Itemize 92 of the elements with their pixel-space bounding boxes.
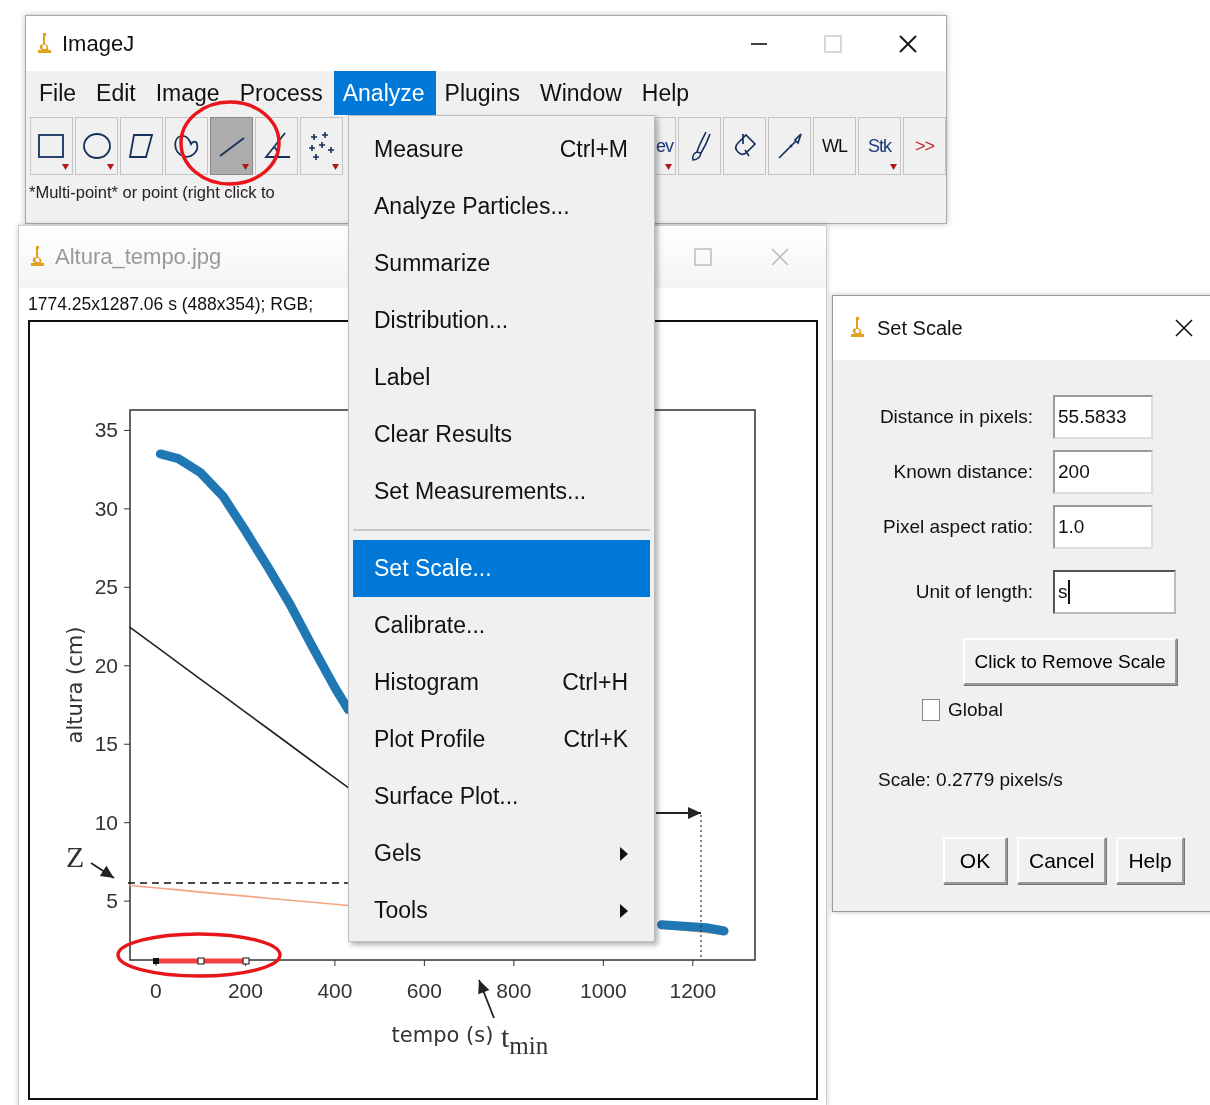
tick-label: 800 — [496, 979, 532, 1002]
tick-label: 200 — [227, 979, 263, 1002]
tick-label: 30 — [94, 496, 118, 520]
menu-item[interactable]: Gels — [353, 825, 650, 882]
dialog-button[interactable]: OK — [943, 837, 1007, 884]
tick-label: 600 — [406, 979, 442, 1002]
menu-item[interactable]: Tools — [353, 882, 650, 939]
close-icon[interactable] — [1175, 319, 1193, 337]
scale-text: Scale: 0.2779 pixels/s — [878, 769, 1064, 791]
tool-button[interactable] — [678, 117, 721, 175]
dialog-title: Set Scale — [877, 316, 963, 340]
oval-icon — [81, 131, 112, 161]
field-label: Pixel aspect ratio: — [882, 516, 1033, 538]
microscope-icon — [36, 31, 52, 56]
tick-label: 35 — [94, 418, 118, 442]
tick-label: 15 — [94, 732, 118, 756]
annotation-text: Z — [66, 842, 85, 872]
minimize-icon[interactable] — [750, 41, 768, 46]
tool-button[interactable] — [300, 117, 343, 175]
tick-label: 10 — [94, 810, 118, 834]
input-field[interactable]: 55.5833 — [1053, 395, 1153, 439]
caret-icon — [332, 164, 339, 170]
caret-icon — [242, 164, 249, 170]
menu-item[interactable]: File — [30, 71, 88, 115]
arrow — [90, 862, 115, 879]
menu-item[interactable]: Image — [146, 71, 231, 115]
microscope-icon — [29, 245, 45, 269]
input-field[interactable]: 200 — [1053, 450, 1153, 494]
menu-item[interactable]: Edit — [87, 71, 147, 115]
angle-icon — [261, 131, 292, 161]
menu-item[interactable]: Process — [230, 71, 334, 115]
menu-item[interactable]: Histogram Ctrl+H — [353, 654, 650, 711]
crosses-icon — [306, 131, 337, 161]
dialog-button[interactable]: Cancel — [1017, 837, 1107, 884]
menu-item[interactable]: Distribution... — [353, 292, 650, 349]
tick-label: 1000 — [580, 979, 627, 1002]
menu-item[interactable]: Analyze Particles... — [353, 178, 650, 235]
caret-icon — [665, 164, 672, 170]
menu-item[interactable]: Plot Profile Ctrl+K — [353, 711, 650, 768]
checkbox[interactable] — [922, 699, 940, 721]
tick-label: 1200 — [669, 979, 717, 1002]
microscope-icon — [849, 316, 865, 340]
menu-item[interactable]: Help — [632, 71, 701, 115]
tool-button[interactable] — [255, 117, 298, 175]
line-selection[interactable] — [153, 957, 250, 965]
tool-button[interactable]: >> — [903, 117, 946, 175]
menu-item[interactable]: Set Measurements... — [353, 463, 650, 520]
status-text: *Multi-point* or point (right click to — [28, 182, 276, 202]
menu-item[interactable]: Plugins — [435, 71, 531, 115]
caret-icon — [107, 164, 114, 170]
tick-label: 25 — [94, 575, 118, 599]
menu-item[interactable]: Analyze — [333, 71, 436, 115]
rectangle-icon — [36, 131, 67, 161]
menu-item[interactable]: Set Scale... — [353, 540, 650, 597]
tool-button[interactable]: ev — [654, 117, 676, 175]
tick-label: 0 — [150, 979, 162, 1002]
arrow — [478, 979, 495, 1019]
tick-label: 20 — [94, 653, 118, 677]
input-field[interactable]: 1.0 — [1053, 505, 1153, 549]
menu-item[interactable]: Surface Plot... — [353, 768, 650, 825]
tick-label: 5 — [106, 889, 118, 913]
tool-button[interactable] — [120, 117, 163, 175]
menu-item[interactable]: Calibrate... — [353, 597, 650, 654]
caret-icon — [62, 164, 69, 170]
checkbox-label: Global — [948, 699, 1003, 721]
close-icon[interactable] — [898, 33, 918, 54]
window-title: ImageJ — [62, 30, 135, 57]
annotation-text: t$_{min}$ — [501, 1022, 549, 1058]
dialog-button[interactable]: Help — [1116, 837, 1184, 884]
tool-button[interactable] — [723, 117, 766, 175]
input-field[interactable]: s — [1053, 570, 1176, 614]
menu-item[interactable]: Measure Ctrl+M — [353, 121, 650, 178]
menu-item[interactable]: Clear Results — [353, 406, 650, 463]
menu-item[interactable]: Label — [353, 349, 650, 406]
axis-label: altura (cm) — [63, 626, 87, 744]
tool-button[interactable]: Stk — [858, 117, 901, 175]
caret-icon — [890, 164, 897, 170]
image-info: 1774.25x1287.06 s (488x354); RGB; — [28, 292, 314, 316]
menu-item[interactable]: Window — [531, 71, 633, 115]
axis-label: tempo (s) — [391, 1023, 494, 1047]
arrow — [655, 807, 702, 819]
tool-button[interactable] — [165, 117, 208, 175]
tool-button[interactable]: WL — [813, 117, 856, 175]
tool-button[interactable] — [75, 117, 118, 175]
field-label: Unit of length: — [914, 581, 1033, 603]
tick-label: 400 — [317, 979, 353, 1002]
remove-scale-button[interactable]: Click to Remove Scale — [963, 638, 1177, 685]
menu-item[interactable]: Summarize — [353, 235, 650, 292]
field-label: Distance in pixels: — [878, 406, 1033, 428]
tool-button[interactable] — [30, 117, 73, 175]
field-label: Known distance: — [892, 461, 1033, 483]
window-title: Altura_tempo.jpg — [55, 244, 222, 270]
